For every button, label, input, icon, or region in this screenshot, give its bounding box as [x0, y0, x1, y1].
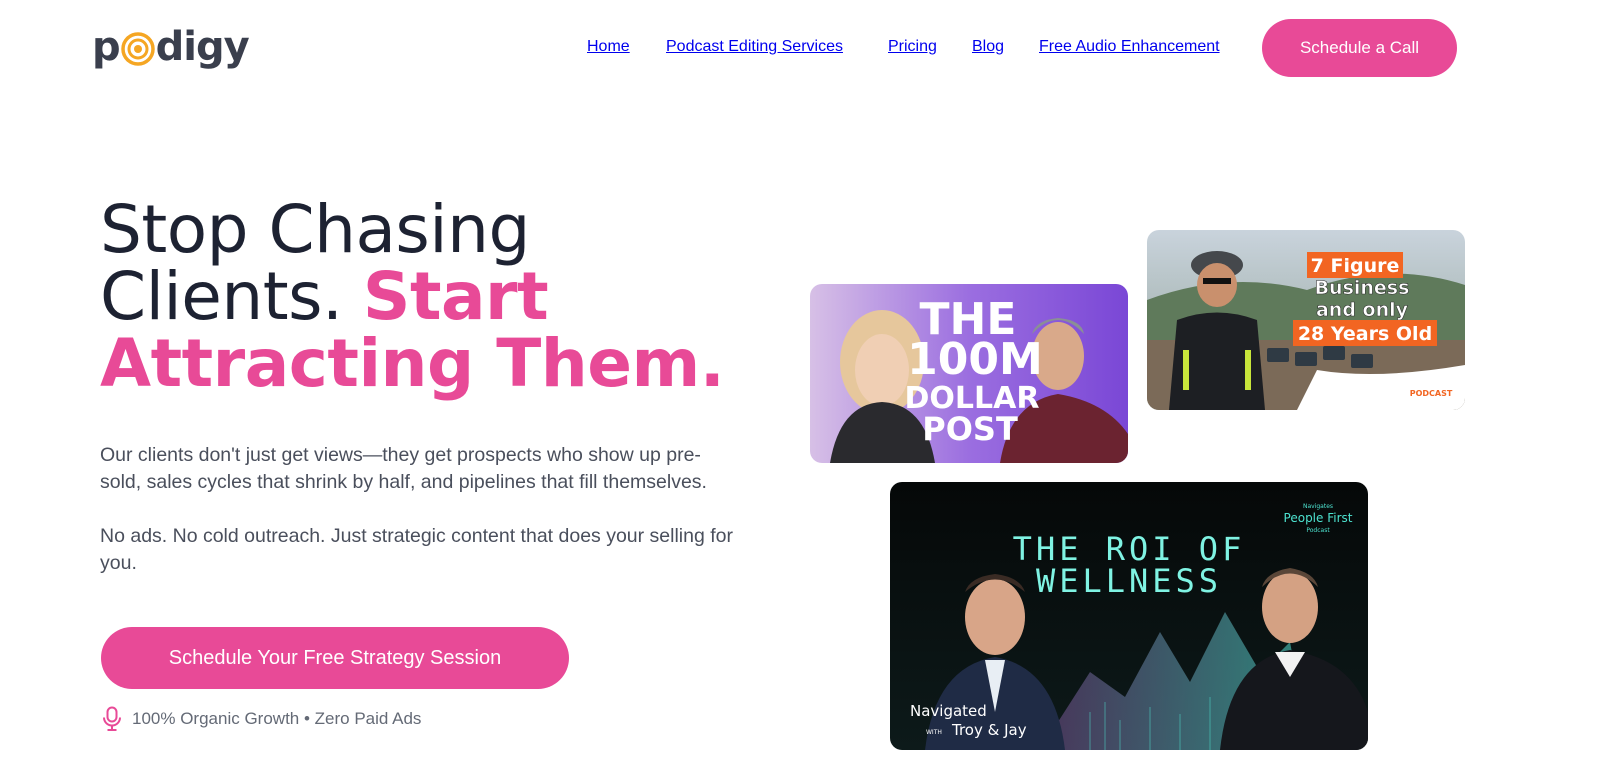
thumb1-line-4: POST	[922, 410, 1018, 448]
thumb2-show-name: PODCAST	[1410, 389, 1453, 398]
logo-letters-digy: digy	[155, 24, 250, 70]
thumb3-host-names: Troy & Jay	[951, 721, 1027, 739]
headline-line-3-accent: Attracting Them.	[100, 325, 725, 402]
nav-pricing[interactable]: Pricing	[888, 38, 937, 56]
thumb1-line-2: 100M	[907, 334, 1043, 385]
thumb3-brand-small: Navigates	[1303, 503, 1333, 510]
headline-line-2-accent: Start	[362, 258, 549, 335]
thumb2-line-2: Business	[1315, 277, 1410, 299]
thumb3-line-2: WELLNESS	[1036, 562, 1222, 600]
thumbnail-roi-of-wellness[interactable]: THE ROI OF WELLNESS Navigates People Fir…	[890, 482, 1368, 750]
schedule-strategy-session-button[interactable]: Schedule Your Free Strategy Session	[101, 627, 569, 689]
headline-line-1: Stop Chasing	[100, 191, 530, 268]
thumb2-line-1: 7 Figure	[1311, 255, 1400, 277]
schedule-call-button[interactable]: Schedule a Call	[1262, 19, 1457, 77]
thumb3-host-with: WITH	[926, 729, 942, 736]
thumb3-brand-main: People First	[1284, 511, 1353, 525]
thumbnail-7-figure-image: 7 Figure Business and only 28 Years Old …	[1147, 230, 1465, 410]
nav-blog[interactable]: Blog	[972, 38, 1004, 56]
microphone-icon	[103, 706, 121, 731]
logo-wordmark: p digy	[92, 24, 250, 70]
nav-home[interactable]: Home	[587, 38, 630, 56]
thumbnail-7-figure-business[interactable]: 7 Figure Business and only 28 Years Old …	[1147, 230, 1465, 410]
hero-paragraph-1: Our clients don't just get views—they ge…	[100, 444, 707, 493]
thumb2-line-4: 28 Years Old	[1298, 323, 1432, 345]
thumbnail-100m-dollar-post[interactable]: THE 100M DOLLAR POST	[810, 284, 1128, 463]
nav-podcast-editing-services[interactable]: Podcast Editing Services	[666, 38, 843, 56]
thumb2-line-3: and only	[1316, 299, 1409, 321]
thumb3-host-title: Navigated	[910, 702, 987, 720]
sound-wave-icon	[120, 32, 155, 66]
podigy-logo[interactable]: p digy	[92, 24, 250, 70]
logo-letter-p: p	[92, 24, 121, 70]
thumbnail-roi-wellness-image: THE ROI OF WELLNESS Navigates People Fir…	[890, 482, 1368, 750]
thumb3-brand-sub: Podcast	[1306, 527, 1330, 534]
badge-text: 100% Organic Growth • Zero Paid Ads	[132, 709, 422, 728]
hero-headline: Stop Chasing Clients. Start Attracting T…	[100, 196, 725, 397]
headline-line-2-plain: Clients.	[100, 258, 363, 335]
nav-free-audio-enhancement[interactable]: Free Audio Enhancement	[1039, 38, 1220, 56]
hero-paragraph-2: No ads. No cold outreach. Just strategic…	[100, 525, 734, 574]
organic-growth-badge: 100% Organic Growth • Zero Paid Ads	[101, 706, 421, 732]
thumbnail-100m-image: THE 100M DOLLAR POST	[810, 284, 1128, 463]
